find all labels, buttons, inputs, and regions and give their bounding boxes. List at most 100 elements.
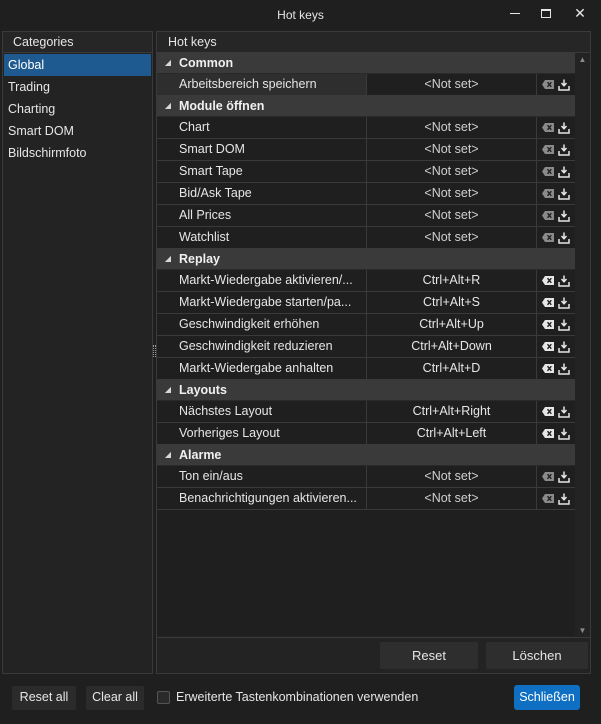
collapse-caret-icon[interactable]: ◢ (157, 53, 179, 73)
hotkey-row[interactable]: Geschwindigkeit reduzieren Ctrl+Alt+Down (157, 336, 575, 358)
hotkeys-scrollbar[interactable]: ▲ ▼ (575, 53, 590, 636)
clear-key-icon[interactable] (542, 494, 555, 503)
clear-key-icon[interactable] (542, 276, 555, 285)
hotkey-row[interactable]: Arbeitsbereich speichern <Not set> (157, 74, 575, 96)
collapse-caret-icon[interactable]: ◢ (157, 380, 179, 400)
group-header-layouts[interactable]: ◢ Layouts (157, 380, 575, 401)
maximize-button[interactable] (529, 0, 563, 26)
hotkey-value[interactable]: <Not set> (367, 488, 537, 509)
hotkey-row[interactable]: Geschwindigkeit erhöhen Ctrl+Alt+Up (157, 314, 575, 336)
hotkey-value[interactable]: <Not set> (367, 183, 537, 204)
advanced-shortcuts-checkbox[interactable] (157, 691, 170, 704)
clear-key-icon[interactable] (542, 233, 555, 242)
collapse-caret-icon[interactable]: ◢ (157, 249, 179, 269)
hotkey-value[interactable]: <Not set> (367, 205, 537, 226)
hotkey-row[interactable]: Benachrichtigungen aktivieren... <Not set… (157, 488, 575, 510)
hotkey-value[interactable]: <Not set> (367, 117, 537, 138)
assign-key-icon[interactable] (557, 232, 570, 244)
clear-key-icon[interactable] (542, 407, 555, 416)
assign-key-icon[interactable] (557, 275, 570, 287)
clear-key-icon[interactable] (542, 145, 555, 154)
clear-key-icon[interactable] (542, 167, 555, 176)
scroll-up-icon[interactable]: ▲ (575, 53, 590, 65)
assign-key-icon[interactable] (557, 428, 570, 440)
categories-panel: Categories Global Trading Charting Smart DO… (2, 31, 153, 674)
hotkey-value[interactable]: Ctrl+Alt+Down (367, 336, 537, 357)
close-window-button[interactable]: ✕ (563, 0, 597, 26)
hotkey-value[interactable]: Ctrl+Alt+R (367, 270, 537, 291)
hotkey-value[interactable]: Ctrl+Alt+D (367, 358, 537, 379)
reset-button[interactable]: Reset (380, 642, 478, 669)
assign-key-icon[interactable] (557, 471, 570, 483)
delete-button[interactable]: Löschen (486, 642, 588, 669)
minimize-button[interactable] (498, 0, 532, 26)
hotkey-value[interactable]: Ctrl+Alt+Left (367, 423, 537, 444)
assign-key-icon[interactable] (557, 341, 570, 353)
hotkey-row[interactable]: Markt-Wiedergabe anhalten Ctrl+Alt+D (157, 358, 575, 380)
hotkey-name: Markt-Wiedergabe aktivieren/... (157, 270, 367, 291)
hotkey-row[interactable]: Nächstes Layout Ctrl+Alt+Right (157, 401, 575, 423)
hotkey-value[interactable]: <Not set> (367, 74, 537, 95)
hotkey-name: Geschwindigkeit erhöhen (157, 314, 367, 335)
category-item-global[interactable]: Global (4, 54, 151, 76)
clear-key-icon[interactable] (542, 429, 555, 438)
group-header-alarme[interactable]: ◢ Alarme (157, 445, 575, 466)
group-header-module-ffnen[interactable]: ◢ Module öffnen (157, 96, 575, 117)
scroll-down-icon[interactable]: ▼ (575, 624, 590, 636)
hotkey-row[interactable]: Markt-Wiedergabe aktivieren/... Ctrl+Alt+… (157, 270, 575, 292)
hotkey-name: Vorheriges Layout (157, 423, 367, 444)
group-title: Common (179, 56, 234, 70)
close-button[interactable]: Schließen (514, 685, 580, 710)
clear-key-icon[interactable] (542, 364, 555, 373)
collapse-caret-icon[interactable]: ◢ (157, 445, 179, 465)
hotkey-value[interactable]: Ctrl+Alt+Up (367, 314, 537, 335)
hotkey-row[interactable]: Markt-Wiedergabe starten/pa... Ctrl+Alt+S (157, 292, 575, 314)
hotkey-name: Chart (157, 117, 367, 138)
clear-key-icon[interactable] (542, 123, 555, 132)
category-item-bildschirmfoto[interactable]: Bildschirmfoto (4, 142, 151, 164)
hotkey-value[interactable]: <Not set> (367, 161, 537, 182)
assign-key-icon[interactable] (557, 406, 570, 418)
hotkey-value[interactable]: <Not set> (367, 466, 537, 487)
reset-all-button[interactable]: Reset all (12, 686, 76, 710)
collapse-caret-icon[interactable]: ◢ (157, 96, 179, 116)
hotkey-row[interactable]: Smart DOM <Not set> (157, 139, 575, 161)
category-item-trading[interactable]: Trading (4, 76, 151, 98)
clear-key-icon[interactable] (542, 472, 555, 481)
categories-header: Categories (3, 32, 152, 53)
assign-key-icon[interactable] (557, 297, 570, 309)
group-header-common[interactable]: ◢ Common (157, 53, 575, 74)
clear-all-button[interactable]: Clear all (86, 686, 144, 710)
assign-key-icon[interactable] (557, 79, 570, 91)
hotkey-value[interactable]: Ctrl+Alt+S (367, 292, 537, 313)
assign-key-icon[interactable] (557, 210, 570, 222)
hotkey-value[interactable]: <Not set> (367, 227, 537, 248)
clear-key-icon[interactable] (542, 211, 555, 220)
clear-key-icon[interactable] (542, 320, 555, 329)
clear-key-icon[interactable] (542, 342, 555, 351)
group-title: Layouts (179, 383, 227, 397)
hotkey-row[interactable]: Ton ein/aus <Not set> (157, 466, 575, 488)
category-item-charting[interactable]: Charting (4, 98, 151, 120)
hotkey-row[interactable]: All Prices <Not set> (157, 205, 575, 227)
assign-key-icon[interactable] (557, 188, 570, 200)
assign-key-icon[interactable] (557, 363, 570, 375)
hotkey-row[interactable]: Bid/Ask Tape <Not set> (157, 183, 575, 205)
assign-key-icon[interactable] (557, 166, 570, 178)
clear-key-icon[interactable] (542, 298, 555, 307)
category-item-smart-dom[interactable]: Smart DOM (4, 120, 151, 142)
group-header-replay[interactable]: ◢ Replay (157, 249, 575, 270)
hotkey-row[interactable]: Vorheriges Layout Ctrl+Alt+Left (157, 423, 575, 445)
assign-key-icon[interactable] (557, 122, 570, 134)
hotkey-row[interactable]: Watchlist <Not set> (157, 227, 575, 249)
categories-list: Global Trading Charting Smart DOM Bildschirm… (3, 53, 152, 164)
hotkey-row[interactable]: Chart <Not set> (157, 117, 575, 139)
clear-key-icon[interactable] (542, 80, 555, 89)
hotkey-value[interactable]: Ctrl+Alt+Right (367, 401, 537, 422)
assign-key-icon[interactable] (557, 144, 570, 156)
assign-key-icon[interactable] (557, 319, 570, 331)
clear-key-icon[interactable] (542, 189, 555, 198)
hotkey-row[interactable]: Smart Tape <Not set> (157, 161, 575, 183)
assign-key-icon[interactable] (557, 493, 570, 505)
hotkey-value[interactable]: <Not set> (367, 139, 537, 160)
